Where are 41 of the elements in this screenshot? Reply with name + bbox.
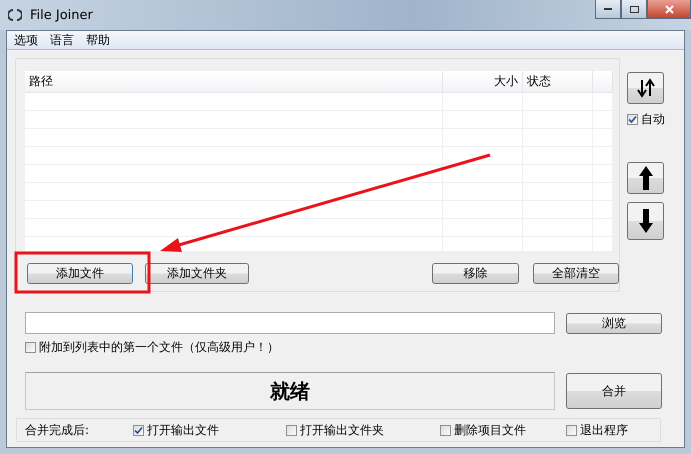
close-button[interactable]: [647, 0, 691, 19]
window-title: File Joiner: [30, 8, 93, 22]
option-label: 删除项目文件: [454, 422, 526, 438]
menu-item[interactable]: 选项: [9, 31, 43, 49]
after-merge-label: 合并完成后:: [25, 422, 90, 438]
minimize-button[interactable]: [595, 0, 621, 19]
option-checkbox[interactable]: [286, 424, 297, 436]
move-down-button[interactable]: [627, 202, 664, 240]
column-header[interactable]: 路径: [25, 71, 443, 92]
auto-label: 自动: [641, 111, 665, 128]
list-button[interactable]: 移除: [432, 263, 519, 284]
close-icon: [664, 4, 674, 14]
list-button[interactable]: 添加文件: [27, 263, 133, 284]
output-path-field[interactable]: [25, 312, 555, 334]
menu-item[interactable]: 帮助: [81, 31, 115, 49]
menu-item[interactable]: 语言: [45, 31, 79, 49]
column-header[interactable]: 大小: [443, 71, 523, 92]
sort-button[interactable]: [627, 72, 664, 104]
down-arrow-icon: [638, 209, 652, 233]
minimize-icon: [604, 8, 612, 10]
option-checkbox[interactable]: [440, 424, 451, 436]
append-checkbox[interactable]: [25, 342, 36, 353]
option-label: 打开输出文件: [147, 422, 219, 438]
option-checkbox[interactable]: [133, 424, 144, 436]
app-icon: [8, 8, 22, 22]
maximize-button[interactable]: [621, 0, 647, 19]
maximize-icon: [630, 6, 638, 12]
option-checkbox[interactable]: [566, 424, 577, 436]
list-button[interactable]: 全部清空: [533, 263, 619, 284]
option-label: 退出程序: [580, 422, 628, 438]
merge-button[interactable]: 合并: [566, 373, 662, 409]
move-up-button[interactable]: [627, 162, 664, 194]
up-arrow-icon: [638, 166, 652, 190]
column-header[interactable]: 状态: [523, 71, 593, 92]
append-label: 附加到列表中的第一个文件（仅高级用户！）: [39, 339, 279, 356]
browse-button[interactable]: 浏览: [566, 312, 662, 334]
option-label: 打开输出文件夹: [300, 422, 384, 438]
auto-checkbox[interactable]: [627, 114, 638, 125]
list-button[interactable]: 添加文件夹: [145, 263, 249, 284]
sort-arrows-icon: [636, 78, 654, 98]
status-text: 就绪: [25, 372, 555, 410]
